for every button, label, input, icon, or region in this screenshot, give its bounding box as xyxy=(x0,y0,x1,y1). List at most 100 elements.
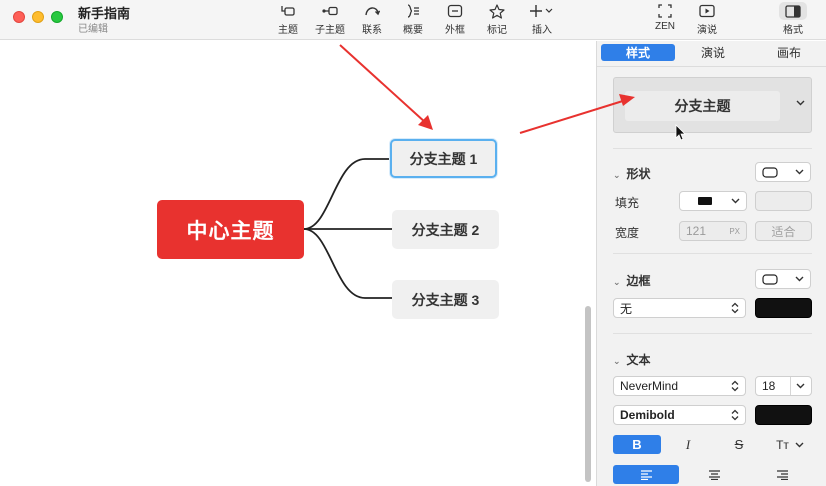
topic-tool-label: 主题 xyxy=(278,25,298,36)
topic-icon xyxy=(268,2,308,20)
rounded-rect-shape-icon xyxy=(762,166,778,178)
boundary-tool-label: 外框 xyxy=(445,25,465,36)
topic-style-preview-label: 分支主题 xyxy=(625,91,780,121)
width-input[interactable]: 121 PX xyxy=(679,221,747,241)
marker-tool-button[interactable]: 标记 xyxy=(477,2,517,36)
align-right-icon xyxy=(776,469,788,480)
fill-pattern-select[interactable] xyxy=(679,191,747,211)
up-down-chevron-icon xyxy=(731,409,739,421)
minimize-window-button[interactable] xyxy=(32,11,44,23)
align-center-button[interactable] xyxy=(681,465,747,484)
summary-tool-button[interactable]: 概要 xyxy=(393,2,433,36)
chevron-down-icon: ⌄ xyxy=(613,277,621,287)
mindmap-canvas[interactable] xyxy=(0,41,582,486)
chevron-down-icon xyxy=(731,196,740,206)
boundary-icon xyxy=(435,2,475,20)
format-panel-label: 格式 xyxy=(783,25,803,36)
bold-button[interactable]: B xyxy=(613,435,661,454)
plus-icon xyxy=(520,2,564,20)
fill-pattern-swatch xyxy=(698,197,712,205)
subtopic-icon xyxy=(310,2,350,20)
tab-style[interactable]: 样式 xyxy=(601,44,675,61)
up-down-chevron-icon xyxy=(731,380,739,392)
tabs-divider xyxy=(597,66,826,67)
branch-topic-2[interactable]: 分支主题 2 xyxy=(392,210,499,249)
strikethrough-button[interactable]: S xyxy=(715,435,763,454)
canvas-scrollbar[interactable] xyxy=(585,306,591,482)
pitch-mode-button[interactable]: 演说 xyxy=(687,2,727,36)
chevron-down-icon: ⌄ xyxy=(613,170,621,180)
border-color-well[interactable] xyxy=(755,298,812,318)
relationship-icon xyxy=(352,2,392,20)
align-right-button[interactable] xyxy=(749,465,815,484)
align-center-icon xyxy=(708,469,720,480)
title-bar: 新手指南 已编辑 主题 子主题 联系 概要 外框 标记 插入 ZEN 演说 格式 xyxy=(0,0,826,40)
relationship-tool-button[interactable]: 联系 xyxy=(352,2,392,36)
topic-style-preview[interactable]: 分支主题 xyxy=(613,77,812,133)
width-unit: PX xyxy=(729,226,740,236)
width-label: 宽度 xyxy=(615,226,640,240)
branch-topic-1[interactable]: 分支主题 1 xyxy=(390,139,497,178)
boundary-tool-button[interactable]: 外框 xyxy=(435,2,475,36)
tab-pitch[interactable]: 演说 xyxy=(677,44,749,61)
width-value: 121 xyxy=(686,224,707,238)
fit-width-button[interactable]: 适合 xyxy=(755,221,812,241)
branch-topic-3[interactable]: 分支主题 3 xyxy=(392,280,499,319)
central-topic[interactable]: 中心主题 xyxy=(157,200,304,259)
chevron-down-icon xyxy=(790,377,805,395)
font-weight-value: Demibold xyxy=(620,408,675,422)
summary-icon xyxy=(393,2,433,20)
rounded-rect-shape-icon xyxy=(762,273,778,285)
topic-tool-button[interactable]: 主题 xyxy=(268,2,308,36)
marker-tool-label: 标记 xyxy=(487,25,507,36)
font-weight-select[interactable]: Demibold xyxy=(613,405,746,425)
subtopic-tool-button[interactable]: 子主题 xyxy=(310,2,350,36)
align-left-icon xyxy=(640,469,652,480)
fit-width-label: 适合 xyxy=(771,224,796,239)
insert-tool-button[interactable]: 插入 xyxy=(520,2,564,36)
text-case-select[interactable]: Tт xyxy=(765,435,815,454)
text-case-label: Tт xyxy=(776,437,789,452)
section-divider xyxy=(613,333,812,334)
format-panel-icon xyxy=(773,2,813,20)
section-divider xyxy=(613,253,812,254)
zoom-window-button[interactable] xyxy=(51,11,63,23)
insert-tool-label: 插入 xyxy=(532,25,552,36)
chevron-down-icon: ⌄ xyxy=(613,356,621,366)
fill-label: 填充 xyxy=(615,196,640,210)
subtopic-tool-label: 子主题 xyxy=(315,25,345,36)
section-divider xyxy=(613,148,812,149)
font-family-value: NeverMind xyxy=(620,379,679,393)
pitch-mode-label: 演说 xyxy=(697,25,717,36)
tab-canvas[interactable]: 画布 xyxy=(753,44,825,61)
align-left-button[interactable] xyxy=(613,465,679,484)
border-section-title[interactable]: ⌄ 边框 xyxy=(613,272,651,289)
chevron-down-icon xyxy=(795,167,804,177)
text-section-title[interactable]: ⌄ 文本 xyxy=(613,351,651,368)
border-style-value: 无 xyxy=(620,301,633,316)
zen-icon xyxy=(645,2,685,20)
close-window-button[interactable] xyxy=(13,11,25,23)
text-color-well[interactable] xyxy=(755,405,812,425)
summary-tool-label: 概要 xyxy=(403,25,423,36)
font-size-value: 18 xyxy=(762,379,776,393)
pitch-icon xyxy=(687,2,727,20)
chevron-down-icon xyxy=(795,274,804,284)
chevron-down-icon xyxy=(795,442,804,447)
chevron-down-icon xyxy=(796,98,805,109)
shape-select[interactable] xyxy=(755,162,811,182)
format-panel-button[interactable]: 格式 xyxy=(773,2,813,36)
fill-color-well[interactable] xyxy=(755,191,812,211)
star-icon xyxy=(477,2,517,20)
up-down-chevron-icon xyxy=(731,302,739,314)
font-size-combo[interactable]: 18 xyxy=(755,376,812,396)
document-status: 已编辑 xyxy=(78,24,108,35)
format-sidebar: 样式 演说 画布 分支主题 ⌄形状 填充 宽度 121 PX 适合 ⌄边框 xyxy=(596,41,826,486)
border-style-select[interactable]: 无 xyxy=(613,298,746,318)
zen-mode-label: ZEN xyxy=(655,21,675,32)
border-shape-select[interactable] xyxy=(755,269,811,289)
zen-mode-button[interactable]: ZEN xyxy=(645,2,685,32)
font-family-select[interactable]: NeverMind xyxy=(613,376,746,396)
shape-section-title[interactable]: ⌄ 形状 xyxy=(613,165,651,182)
italic-button[interactable]: I xyxy=(663,435,713,454)
